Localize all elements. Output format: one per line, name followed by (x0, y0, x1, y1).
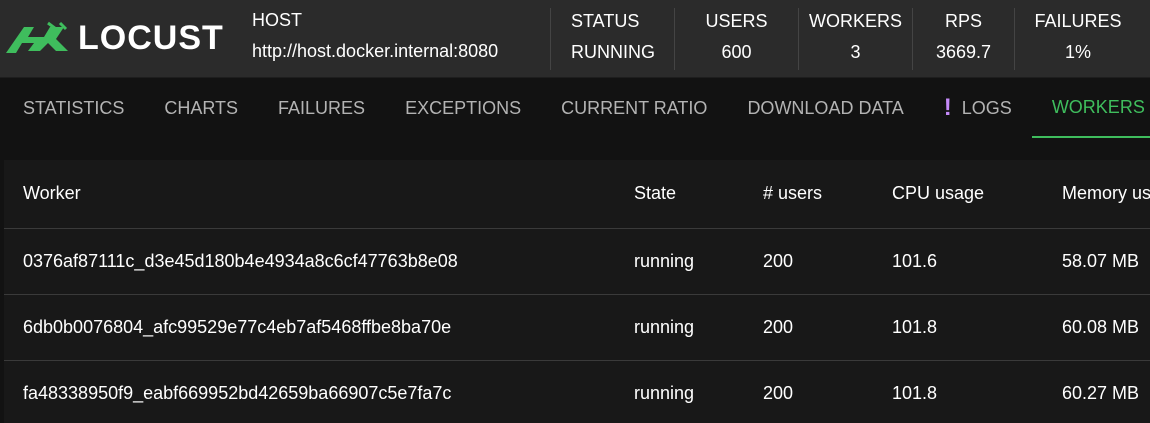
column-header-state[interactable]: State (615, 160, 744, 229)
stat-workers-label: WORKERS (808, 11, 902, 31)
stat-failures: FAILURES 1% (1014, 8, 1141, 70)
worker-state-cell: running (615, 228, 744, 295)
worker-id-cell: fa48338950f9_eabf669952bd42659ba66907c5e… (4, 360, 615, 423)
stat-rps: RPS 3669.7 (912, 8, 1014, 70)
locust-logo[interactable]: LOCUST (0, 0, 240, 77)
stat-workers: WORKERS 3 (798, 8, 912, 70)
tab-download-data[interactable]: DOWNLOAD DATA (727, 78, 923, 138)
top-navbar: LOCUST HOST http://host.docker.internal:… (0, 0, 1150, 78)
host-value: http://host.docker.internal:8080 (252, 41, 499, 61)
stat-rps-value: 3669.7 (935, 42, 992, 62)
tab-exceptions[interactable]: EXCEPTIONS (385, 78, 541, 138)
table-row: 0376af87111c_d3e45d180b4e4934a8c6cf47763… (4, 228, 1150, 295)
stat-users-label: USERS (705, 11, 768, 31)
tab-statistics[interactable]: STATISTICS (0, 78, 144, 138)
worker-users-cell: 200 (744, 360, 873, 423)
stat-rps-label: RPS (944, 11, 982, 31)
stat-failures-value: 1% (1064, 42, 1091, 62)
host-label: HOST (252, 10, 303, 30)
stat-status: STATUS RUNNING (550, 8, 674, 70)
worker-id-cell: 6db0b0076804_afc99529e77c4eb7af5468ffbe8… (4, 294, 615, 361)
tab-charts[interactable]: CHARTS (144, 78, 258, 138)
locust-logo-icon (6, 21, 68, 53)
workers-table: Worker State # users CPU usage Memory us… (4, 160, 1150, 423)
tab-logs[interactable]: ! LOGS (924, 78, 1032, 138)
table-row: 6db0b0076804_afc99529e77c4eb7af5468ffbe8… (4, 294, 1150, 361)
stat-users-value: 600 (721, 42, 752, 62)
brand-name: LOCUST (78, 19, 224, 57)
host-info: HOST http://host.docker.internal:8080 (240, 0, 550, 77)
header-stats: STATUS RUNNING USERS 600 WORKERS 3 RPS 3… (550, 0, 1141, 78)
worker-cpu-cell: 101.8 (873, 360, 1043, 423)
tab-logs-label: LOGS (961, 97, 1012, 118)
worker-id-cell: 0376af87111c_d3e45d180b4e4934a8c6cf47763… (4, 228, 615, 295)
worker-memory-cell: 60.27 MB (1043, 360, 1150, 423)
column-header-memory-usage[interactable]: Memory usage (1043, 160, 1150, 229)
tab-current-ratio[interactable]: CURRENT RATIO (541, 78, 727, 138)
column-header-worker[interactable]: Worker (4, 160, 615, 229)
worker-users-cell: 200 (744, 228, 873, 295)
worker-state-cell: running (615, 360, 744, 423)
stat-failures-label: FAILURES (1034, 11, 1122, 31)
stat-status-value: RUNNING (571, 42, 655, 62)
worker-memory-cell: 60.08 MB (1043, 294, 1150, 361)
table-row: fa48338950f9_eabf669952bd42659ba66907c5e… (4, 360, 1150, 423)
tab-failures[interactable]: FAILURES (258, 78, 385, 138)
column-header-cpu-usage[interactable]: CPU usage (873, 160, 1043, 229)
stat-users: USERS 600 (674, 8, 798, 70)
table-header-row: Worker State # users CPU usage Memory us… (4, 160, 1150, 229)
stat-workers-value: 3 (850, 42, 861, 62)
workers-table-container: Worker State # users CPU usage Memory us… (4, 160, 1150, 423)
worker-memory-cell: 58.07 MB (1043, 228, 1150, 295)
tab-workers[interactable]: WORKERS (1031, 78, 1150, 138)
column-header-users[interactable]: # users (744, 160, 873, 229)
stat-status-label: STATUS (571, 11, 640, 31)
worker-state-cell: running (615, 294, 744, 361)
warning-exclamation-icon: ! (943, 94, 952, 121)
worker-cpu-cell: 101.6 (873, 228, 1043, 295)
tab-bar: STATISTICS CHARTS FAILURES EXCEPTIONS CU… (0, 78, 1150, 138)
worker-cpu-cell: 101.8 (873, 294, 1043, 361)
worker-users-cell: 200 (744, 294, 873, 361)
